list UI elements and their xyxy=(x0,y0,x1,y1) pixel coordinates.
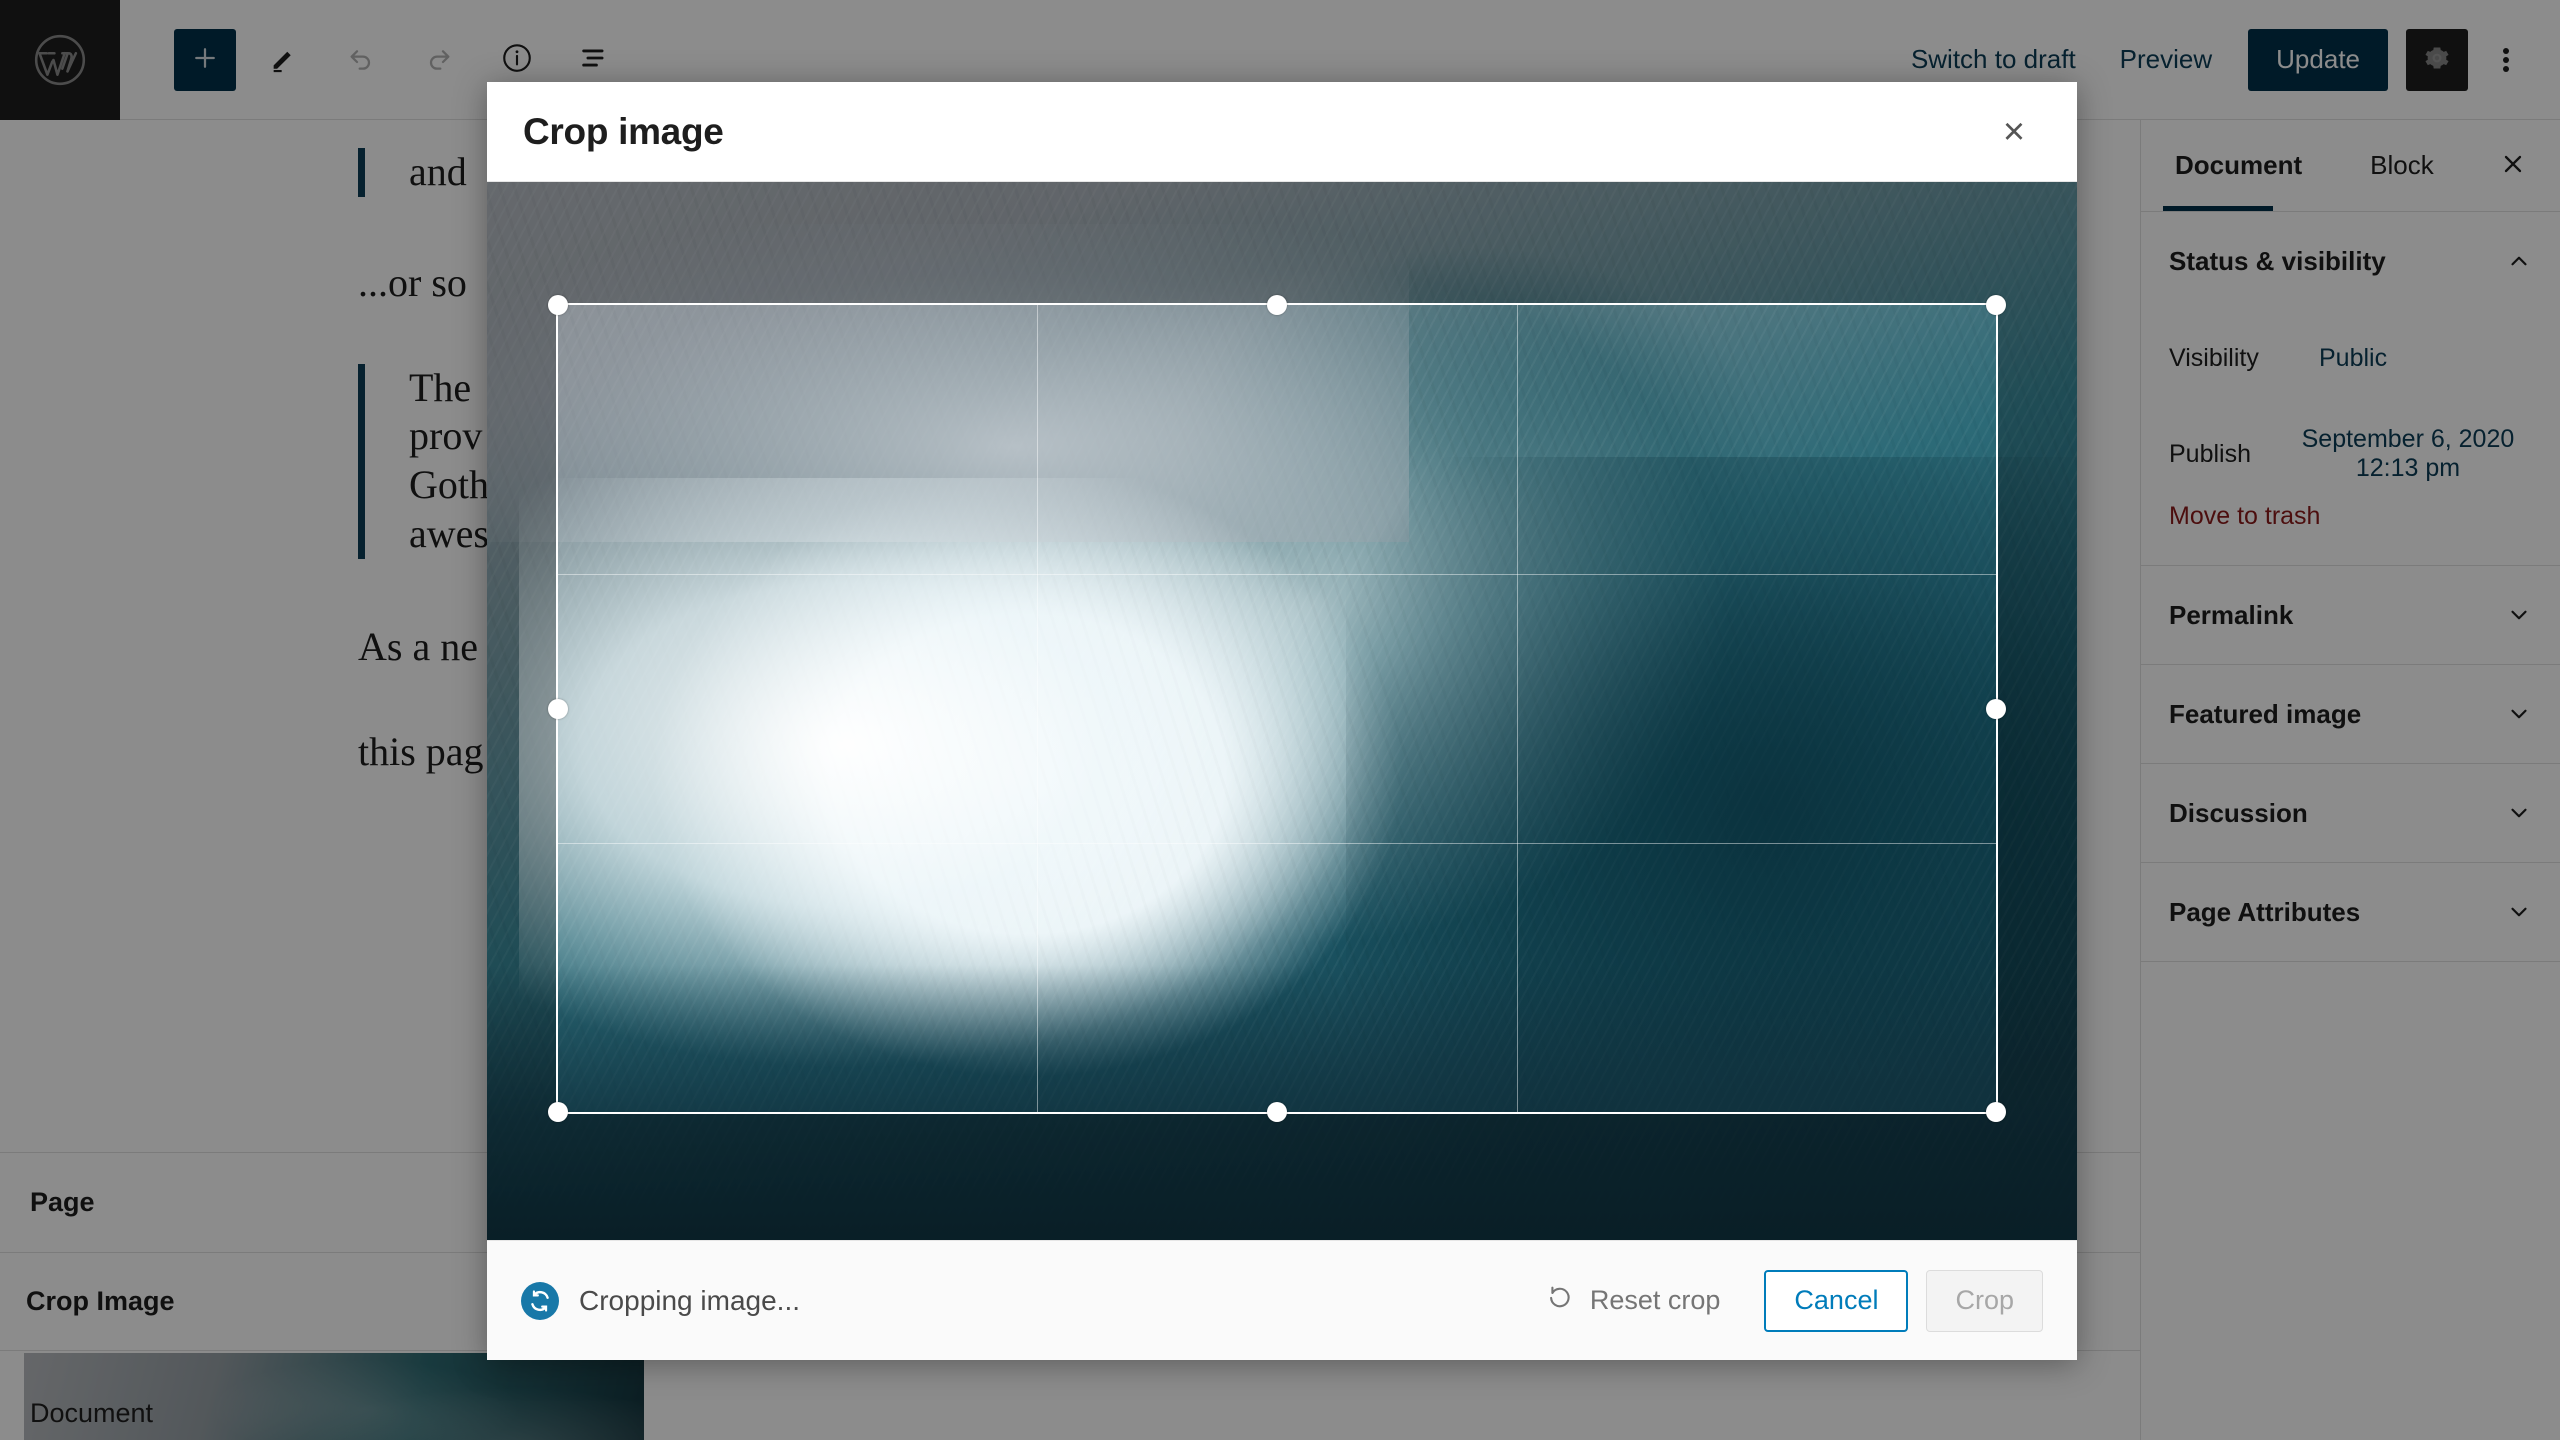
crop-image-canvas[interactable] xyxy=(487,182,2077,1240)
crop-image-modal: Crop image × Cropping image... Reset cro… xyxy=(487,82,2077,1360)
handle-middle-left[interactable] xyxy=(548,698,568,719)
crop-button[interactable]: Crop xyxy=(1926,1269,2043,1332)
cancel-button[interactable]: Cancel xyxy=(1764,1269,1909,1332)
handle-top-center[interactable] xyxy=(1267,295,1287,315)
handle-top-left[interactable] xyxy=(548,295,568,315)
handle-bottom-center[interactable] xyxy=(1267,1102,1287,1122)
reset-crop-label: Reset crop xyxy=(1589,1285,1721,1315)
handle-top-right[interactable] xyxy=(1986,295,2006,315)
modal-title: Crop image xyxy=(523,110,724,152)
modal-footer: Cropping image... Reset crop Cancel Crop xyxy=(487,1240,2077,1360)
handle-middle-right[interactable] xyxy=(1986,698,2006,719)
crop-rule-of-thirds-grid xyxy=(558,305,1996,1112)
loading-spinner-icon xyxy=(521,1281,559,1320)
screen-root: Switch to draft Preview Update and ...or… xyxy=(0,0,2560,1440)
reset-crop-button[interactable]: Reset crop xyxy=(1520,1270,1747,1332)
handle-bottom-left[interactable] xyxy=(548,1102,568,1122)
modal-header: Crop image × xyxy=(487,82,2077,182)
handle-bottom-right[interactable] xyxy=(1986,1102,2006,1122)
modal-close-button[interactable]: × xyxy=(1987,105,2041,159)
rotate-left-icon xyxy=(1546,1283,1574,1318)
crop-status-text: Cropping image... xyxy=(579,1284,801,1316)
modal-footer-actions: Reset crop Cancel Crop xyxy=(1520,1269,2043,1332)
crop-selection-box[interactable] xyxy=(548,295,2006,1122)
